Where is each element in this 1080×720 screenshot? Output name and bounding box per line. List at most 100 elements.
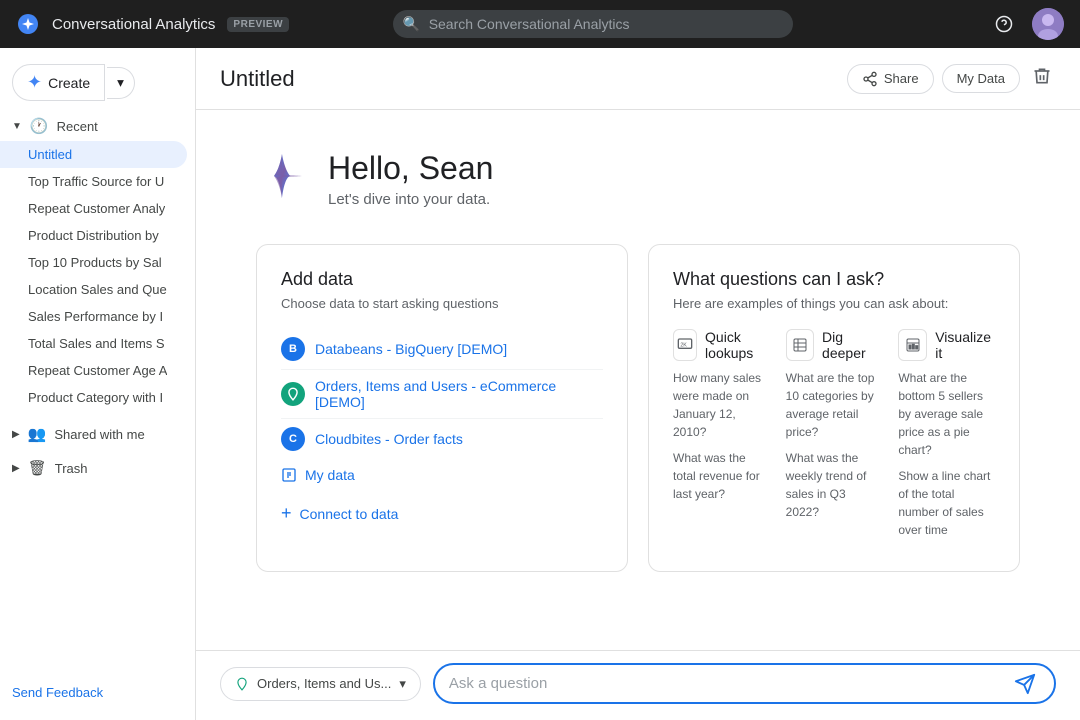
recent-section-header[interactable]: ▼ 🕐 Recent xyxy=(0,111,195,141)
create-label: Create xyxy=(48,75,90,91)
shared-section: ▶ 👥 Shared with me xyxy=(0,417,195,451)
cloudbites-icon: C xyxy=(281,427,305,451)
data-list: B Databeans - BigQuery [DEMO] Orders, It… xyxy=(281,329,603,459)
orders-icon xyxy=(281,382,305,406)
q-category-visualize-header: Visualize it xyxy=(898,329,995,361)
content-area: Untitled Share My Data xyxy=(196,48,1080,720)
main-layout: ✦ Create ▾ ▼ 🕐 Recent Untitled Top Traff… xyxy=(0,48,1080,720)
my-data-button[interactable]: My Data xyxy=(942,64,1020,93)
app-name: Conversational Analytics xyxy=(52,16,215,33)
bottom-bar: Orders, Items and Us... ▾ xyxy=(196,650,1080,720)
trash-chevron-icon: ▶ xyxy=(12,463,20,474)
sidebar-item-location-sales[interactable]: Location Sales and Que xyxy=(0,276,187,303)
q-category-quick-lookups: 2K Quick lookups How many sales were mad… xyxy=(673,329,770,547)
create-plus-icon: ✦ xyxy=(27,72,42,93)
recent-chevron-icon: ▼ xyxy=(12,121,22,132)
recent-section: ▼ 🕐 Recent Untitled Top Traffic Source f… xyxy=(0,109,195,413)
sidebar-item-top-traffic[interactable]: Top Traffic Source for U xyxy=(0,168,187,195)
data-item-databeans[interactable]: B Databeans - BigQuery [DEMO] xyxy=(281,329,603,370)
q-category-visualize: Visualize it What are the bottom 5 selle… xyxy=(898,329,995,547)
sidebar-item-top-10-products[interactable]: Top 10 Products by Sal xyxy=(0,249,187,276)
trash-icon xyxy=(1032,66,1052,86)
data-selector-button[interactable]: Orders, Items and Us... ▾ xyxy=(220,667,421,701)
trash-label: Trash xyxy=(55,461,88,476)
dig-deeper-title: Dig deeper xyxy=(822,329,882,361)
data-item-cloudbites[interactable]: C Cloudbites - Order facts xyxy=(281,419,603,459)
page-actions: Share My Data xyxy=(847,62,1056,95)
databeans-icon: B xyxy=(281,337,305,361)
create-dropdown-button[interactable]: ▾ xyxy=(107,67,135,99)
my-data-icon xyxy=(281,467,297,483)
app-logo xyxy=(16,12,40,36)
ask-input-wrapper xyxy=(433,663,1056,704)
my-data-link-label: My data xyxy=(305,467,355,483)
svg-text:2K: 2K xyxy=(680,342,687,348)
user-avatar[interactable] xyxy=(1032,8,1064,40)
sidebar: ✦ Create ▾ ▼ 🕐 Recent Untitled Top Traff… xyxy=(0,48,196,720)
dig-deeper-example-1: What are the top 10 categories by averag… xyxy=(786,369,883,441)
data-selector-icon xyxy=(235,677,249,691)
sidebar-item-repeat-customer[interactable]: Repeat Customer Analy xyxy=(0,195,187,222)
search-icon: 🔍 xyxy=(403,16,420,33)
shared-label: Shared with me xyxy=(54,427,144,442)
preview-badge: PREVIEW xyxy=(227,17,289,32)
my-data-link[interactable]: My data xyxy=(281,459,603,491)
share-button[interactable]: Share xyxy=(847,64,934,94)
sidebar-item-product-category[interactable]: Product Category with I xyxy=(0,384,187,411)
questions-grid: 2K Quick lookups How many sales were mad… xyxy=(673,329,995,547)
cards-row: Add data Choose data to start asking que… xyxy=(256,244,1020,572)
recent-clock-icon: 🕐 xyxy=(30,117,49,135)
quick-lookups-example-2: What was the total revenue for last year… xyxy=(673,449,770,503)
trash-section-header[interactable]: ▶ 🗑 Trash xyxy=(0,453,195,483)
shared-chevron-icon: ▶ xyxy=(12,429,20,440)
topbar: Conversational Analytics PREVIEW 🔍 xyxy=(0,0,1080,48)
send-button[interactable] xyxy=(1010,669,1040,699)
cloudbites-label: Cloudbites - Order facts xyxy=(315,431,463,447)
data-selector-chevron-icon: ▾ xyxy=(399,676,406,692)
send-icon xyxy=(1014,673,1036,695)
data-selector-label: Orders, Items and Us... xyxy=(257,676,391,691)
help-button[interactable] xyxy=(988,8,1020,40)
dig-deeper-icon xyxy=(786,329,814,361)
add-data-card: Add data Choose data to start asking que… xyxy=(256,244,628,572)
sidebar-item-total-sales[interactable]: Total Sales and Items S xyxy=(0,330,187,357)
q-category-quick-header: 2K Quick lookups xyxy=(673,329,770,361)
sidebar-item-repeat-customer-age[interactable]: Repeat Customer Age A xyxy=(0,357,187,384)
orders-label: Orders, Items and Users - eCommerce [DEM… xyxy=(315,378,603,410)
shared-section-header[interactable]: ▶ 👥 Shared with me xyxy=(0,419,195,449)
quick-lookups-title: Quick lookups xyxy=(705,329,770,361)
visualize-title: Visualize it xyxy=(935,329,995,361)
greeting-title: Hello, Sean xyxy=(328,150,493,187)
trash-section: ▶ 🗑 Trash xyxy=(0,451,195,485)
questions-title: What questions can I ask? xyxy=(673,269,995,290)
visualize-icon xyxy=(898,329,927,361)
sidebar-item-product-distribution[interactable]: Product Distribution by xyxy=(0,222,187,249)
sidebar-item-untitled[interactable]: Untitled xyxy=(0,141,187,168)
trash-icon: 🗑 xyxy=(28,459,47,477)
search-input[interactable] xyxy=(393,10,793,38)
delete-button[interactable] xyxy=(1028,62,1056,95)
data-item-orders[interactable]: Orders, Items and Users - eCommerce [DEM… xyxy=(281,370,603,419)
connect-plus-icon: + xyxy=(281,503,292,524)
visualize-example-2: Show a line chart of the total number of… xyxy=(898,467,995,539)
visualize-example-1: What are the bottom 5 sellers by average… xyxy=(898,369,995,459)
page-title: Untitled xyxy=(220,66,847,92)
sidebar-item-sales-performance[interactable]: Sales Performance by I xyxy=(0,303,187,330)
share-label: Share xyxy=(884,71,919,86)
create-btn-row: ✦ Create ▾ xyxy=(0,56,195,109)
sidebar-bottom: Send Feedback xyxy=(0,673,195,712)
send-feedback-button[interactable]: Send Feedback xyxy=(12,681,103,704)
q-category-dig-header: Dig deeper xyxy=(786,329,883,361)
dig-deeper-example-2: What was the weekly trend of sales in Q3… xyxy=(786,449,883,521)
connect-label: Connect to data xyxy=(300,506,399,522)
connect-to-data-link[interactable]: + Connect to data xyxy=(281,495,603,532)
questions-card: What questions can I ask? Here are examp… xyxy=(648,244,1020,572)
quick-lookups-example-1: How many sales were made on January 12, … xyxy=(673,369,770,441)
main-content: Hello, Sean Let's dive into your data. A… xyxy=(196,110,1080,650)
quick-lookups-icon: 2K xyxy=(673,329,697,361)
search-bar: 🔍 xyxy=(393,10,793,38)
ask-input[interactable] xyxy=(449,665,1010,702)
topbar-actions xyxy=(988,8,1064,40)
add-data-title: Add data xyxy=(281,269,603,290)
create-button[interactable]: ✦ Create xyxy=(12,64,105,101)
